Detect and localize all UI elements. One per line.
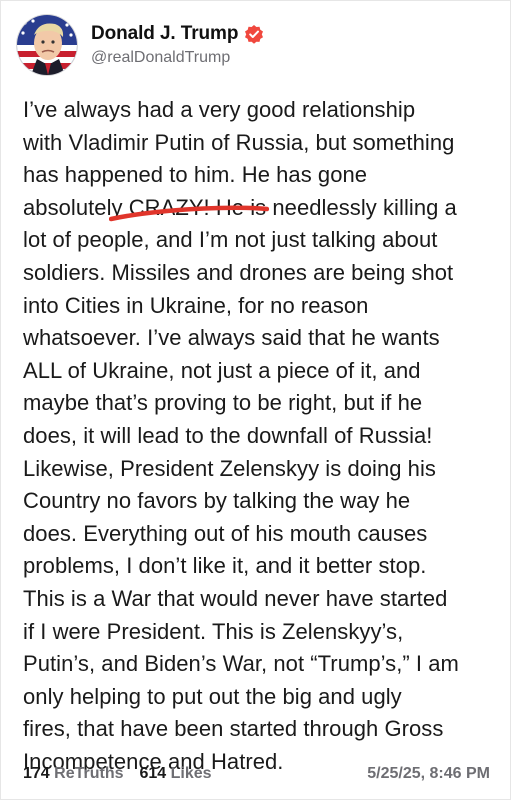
verified-badge-icon: [244, 24, 264, 44]
retruths-label: ReTruths: [54, 765, 124, 782]
post-text: I’ve always had a very good relationship…: [23, 97, 459, 774]
likes-label: Likes: [170, 765, 212, 782]
avatar-image: [17, 15, 77, 75]
name-row: Donald J. Trump: [91, 23, 264, 45]
likes-stat[interactable]: 614 Likes: [140, 765, 212, 783]
author-handle[interactable]: @realDonaldTrump: [91, 49, 264, 67]
likes-count: 614: [139, 765, 167, 782]
post-footer: 174 ReTruths 614 Likes 5/25/25, 8:46 PM: [23, 765, 490, 783]
author-display-name[interactable]: Donald J. Trump: [91, 23, 238, 45]
retruths-count: 174: [23, 765, 50, 782]
post-header: Donald J. Trump @realDonaldTrump: [17, 15, 264, 75]
profile-avatar[interactable]: [17, 15, 77, 75]
retruths-stat[interactable]: 174 ReTruths: [23, 765, 124, 783]
post-card: Donald J. Trump @realDonaldTrump I’ve al…: [0, 0, 511, 800]
author-names: Donald J. Trump @realDonaldTrump: [91, 23, 264, 67]
post-timestamp[interactable]: 5/25/25, 8:46 PM: [367, 765, 490, 783]
